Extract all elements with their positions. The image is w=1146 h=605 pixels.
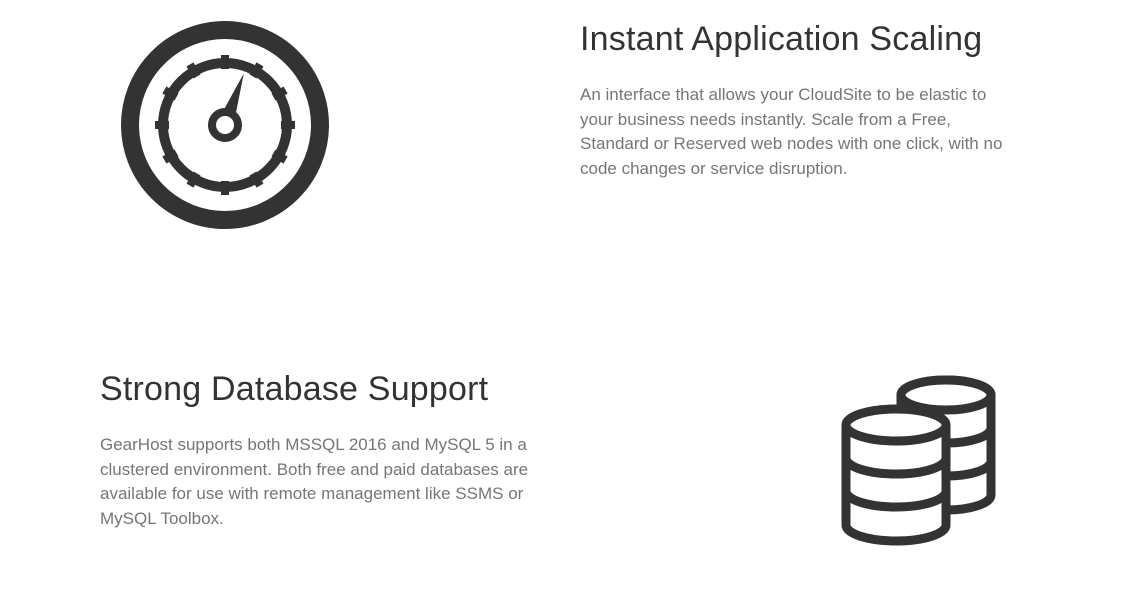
feature-description: An interface that allows your CloudSite … [580,83,1020,182]
feature-description: GearHost supports both MSSQL 2016 and My… [100,433,540,532]
feature-icon-container [566,370,1046,560]
feature-text-container: Instant Application Scaling An interface… [580,20,1046,182]
gauge-icon [120,20,330,230]
feature-row-database: Strong Database Support GearHost support… [0,320,1146,560]
feature-title: Instant Application Scaling [580,20,1046,59]
feature-title: Strong Database Support [100,370,566,409]
database-icon [816,370,1006,560]
feature-text-container: Strong Database Support GearHost support… [100,370,566,532]
feature-icon-container [100,20,580,230]
feature-row-scaling: Instant Application Scaling An interface… [0,0,1146,320]
